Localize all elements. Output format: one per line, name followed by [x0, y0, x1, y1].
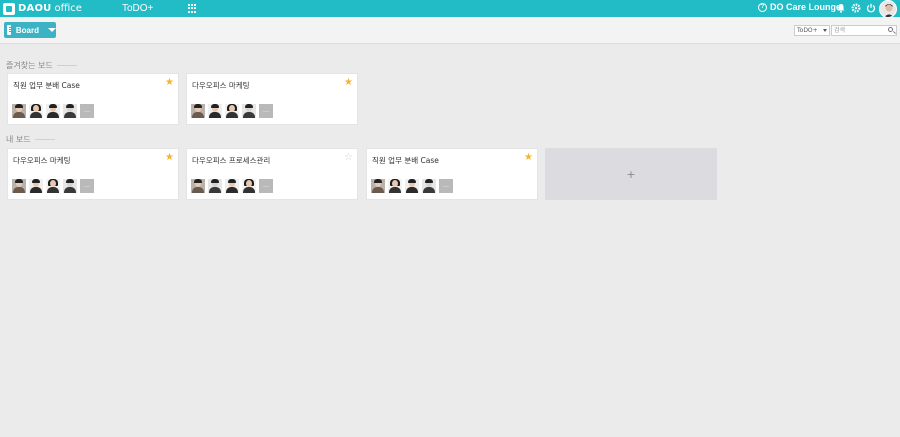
member-avatar[interactable]	[12, 179, 26, 193]
more-members-button[interactable]: …	[259, 179, 273, 193]
member-avatar[interactable]	[208, 179, 222, 193]
member-avatar[interactable]	[191, 179, 205, 193]
my-boards-section-title: 내 보드	[6, 134, 55, 145]
board-members: …	[12, 179, 94, 193]
logo-text: DAOU	[18, 3, 52, 14]
logo-sub-text: office	[54, 3, 82, 14]
board-card[interactable]: 다우오피스 마케팅 ★ …	[7, 148, 179, 200]
member-avatar[interactable]	[46, 104, 60, 118]
member-avatar[interactable]	[225, 104, 239, 118]
board-card[interactable]: 직원 업무 분배 Case ★ …	[366, 148, 538, 200]
board-label: Board	[15, 25, 39, 35]
lounge-label: DO Care Lounge	[770, 2, 842, 12]
search-scope-select[interactable]: ToDO+	[794, 25, 830, 36]
chevron-down-icon	[48, 28, 56, 32]
member-avatar[interactable]	[46, 179, 60, 193]
help-icon: ?	[758, 2, 767, 12]
board-members: …	[371, 179, 453, 193]
add-board-button[interactable]: +	[545, 148, 717, 200]
board-card[interactable]: 다우오피스 마케팅 ★ …	[186, 73, 358, 125]
chevron-down-icon	[823, 29, 827, 32]
favorites-section-title: 즐겨찾는 보드	[6, 60, 77, 71]
search-placeholder: 검색	[834, 27, 846, 34]
app-title[interactable]: ToDO+	[122, 3, 153, 14]
logo-icon	[3, 2, 15, 15]
member-avatar[interactable]	[12, 104, 26, 118]
member-avatar[interactable]	[371, 179, 385, 193]
member-avatar[interactable]	[29, 104, 43, 118]
board-card-title: 직원 업무 분배 Case	[13, 81, 80, 90]
board-card[interactable]: 직원 업무 분배 Case ★ …	[7, 73, 179, 125]
more-members-button[interactable]: …	[80, 179, 94, 193]
my-boards-title-text: 내 보드	[6, 135, 31, 144]
more-members-button[interactable]: …	[439, 179, 453, 193]
board-members: …	[12, 104, 94, 118]
board-card-title: 다우오피스 마케팅	[13, 156, 71, 165]
search-scope-value: ToDO+	[797, 27, 818, 34]
star-icon[interactable]: ★	[344, 78, 353, 88]
member-avatar[interactable]	[225, 179, 239, 193]
more-members-button[interactable]: …	[80, 104, 94, 118]
member-avatar[interactable]	[208, 104, 222, 118]
member-avatar[interactable]	[29, 179, 43, 193]
more-members-button[interactable]: …	[259, 104, 273, 118]
member-avatar[interactable]	[422, 179, 436, 193]
star-outline-icon[interactable]: ☆	[344, 153, 353, 163]
star-icon[interactable]: ★	[165, 153, 174, 163]
board-members: …	[191, 104, 273, 118]
member-avatar[interactable]	[242, 104, 256, 118]
daou-office-logo[interactable]: DAOU office	[3, 2, 82, 15]
board-card-title: 직원 업무 분배 Case	[372, 156, 439, 165]
top-navigation-bar: DAOU office ToDO+ ? DO Care Lounge	[0, 0, 900, 18]
star-icon[interactable]: ★	[165, 78, 174, 88]
favorites-title-text: 즐겨찾는 보드	[6, 61, 53, 70]
divider	[56, 65, 77, 66]
member-avatar[interactable]	[405, 179, 419, 193]
divider	[34, 139, 55, 140]
user-avatar[interactable]	[879, 0, 897, 18]
board-members: …	[191, 179, 273, 193]
member-avatar[interactable]	[388, 179, 402, 193]
member-avatar[interactable]	[242, 179, 256, 193]
board-card-title: 다우오피스 프로세스관리	[192, 156, 271, 165]
gear-icon[interactable]	[850, 3, 861, 14]
do-care-lounge-link[interactable]: ? DO Care Lounge	[758, 2, 841, 12]
board-icon	[7, 25, 15, 35]
search-input[interactable]: 검색	[831, 25, 897, 36]
board-view-dropdown[interactable]: Board	[4, 22, 56, 38]
search-icon[interactable]	[888, 27, 893, 32]
member-avatar[interactable]	[191, 104, 205, 118]
apps-grid-icon[interactable]	[188, 4, 197, 13]
bell-icon[interactable]	[835, 3, 846, 14]
star-icon[interactable]: ★	[524, 153, 533, 163]
toolbar: Board ToDO+ 검색	[0, 17, 900, 44]
member-avatar[interactable]	[63, 179, 77, 193]
board-card[interactable]: 다우오피스 프로세스관리 ☆ …	[186, 148, 358, 200]
power-icon[interactable]	[865, 3, 876, 14]
board-card-title: 다우오피스 마케팅	[192, 81, 250, 90]
member-avatar[interactable]	[63, 104, 77, 118]
plus-icon: +	[626, 167, 636, 181]
